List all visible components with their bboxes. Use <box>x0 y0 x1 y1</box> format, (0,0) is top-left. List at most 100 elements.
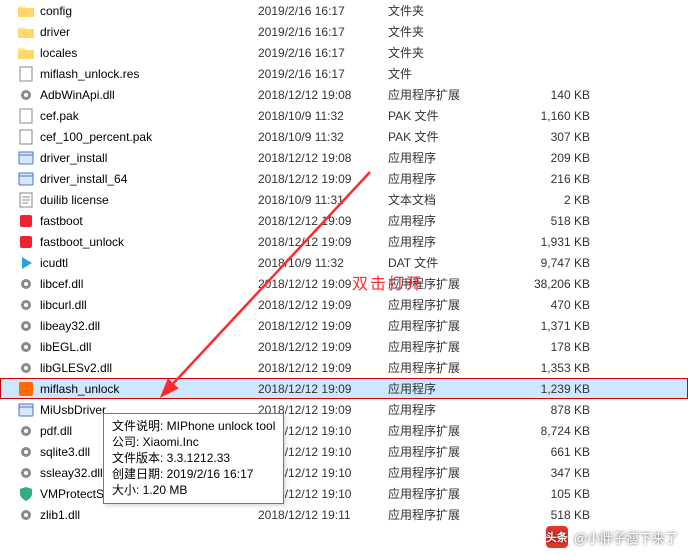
file-date: 2018/10/9 11:32 <box>258 130 388 144</box>
file-size: 307 KB <box>508 130 598 144</box>
file-name: config <box>40 4 72 18</box>
file-row[interactable]: icudtl2018/10/9 11:32DAT 文件9,747 KB <box>0 252 688 273</box>
folder-icon <box>18 3 34 19</box>
file-icon <box>18 108 34 124</box>
file-type: 应用程序 <box>388 149 508 166</box>
file-row[interactable]: fastboot2018/12/12 19:09应用程序518 KB <box>0 210 688 231</box>
dll-icon <box>18 507 34 523</box>
file-row[interactable]: AdbWinApi.dll2018/12/12 19:08应用程序扩展140 K… <box>0 84 688 105</box>
dll-icon <box>18 465 34 481</box>
file-type: 应用程序 <box>388 170 508 187</box>
file-row[interactable]: driver_install_64 2018/12/12 19:09应用程序216… <box>0 168 688 189</box>
file-size: 518 KB <box>508 508 598 522</box>
file-row[interactable]: duilib license2018/10/9 11:31文本文档2 KB <box>0 189 688 210</box>
file-name: cef.pak <box>40 109 79 123</box>
watermark: 头条 @小胖子瘦下来了 <box>546 526 678 548</box>
file-type: DAT 文件 <box>388 254 508 271</box>
file-size: 216 KB <box>508 172 598 186</box>
file-row[interactable]: driver_install2018/12/12 19:08应用程序209 KB <box>0 147 688 168</box>
file-date: 2018/12/12 19:09 <box>258 382 388 396</box>
file-name: driver_install_64 <box>40 172 127 186</box>
file-name: miflash_unlock <box>40 382 119 396</box>
file-date: 2019/2/16 16:17 <box>258 25 388 39</box>
file-name: ssleay32.dll <box>40 466 103 480</box>
file-name: driver_install <box>40 151 107 165</box>
file-type: 文件夹 <box>388 44 508 61</box>
file-row[interactable]: zlib1.dll2018/12/12 19:11应用程序扩展518 KB <box>0 504 688 525</box>
file-date: 2018/10/9 11:32 <box>258 109 388 123</box>
file-name: duilib license <box>40 193 109 207</box>
file-name: MiUsbDriver <box>40 403 106 417</box>
file-row[interactable]: cef.pak2018/10/9 11:32PAK 文件1,160 KB <box>0 105 688 126</box>
file-date: 2019/2/16 16:17 <box>258 46 388 60</box>
file-row[interactable]: libEGL.dll2018/12/12 19:09应用程序扩展178 KB <box>0 336 688 357</box>
file-icon <box>18 129 34 145</box>
file-type: 应用程序扩展 <box>388 317 508 334</box>
shield-icon <box>18 486 34 502</box>
file-date: 2018/12/12 19:09 <box>258 340 388 354</box>
file-date: 2018/10/9 11:31 <box>258 193 388 207</box>
file-type: 文件夹 <box>388 23 508 40</box>
file-name: pdf.dll <box>40 424 72 438</box>
file-row[interactable]: fastboot_unlock2018/12/12 19:09应用程序1,931… <box>0 231 688 252</box>
file-name: libeay32.dll <box>40 319 100 333</box>
file-row[interactable]: cef_100_percent.pak2018/10/9 11:32PAK 文件… <box>0 126 688 147</box>
dll-icon <box>18 318 34 334</box>
file-size: 209 KB <box>508 151 598 165</box>
app-icon <box>18 171 34 187</box>
file-date: 2018/10/9 11:32 <box>258 256 388 270</box>
file-size: 105 KB <box>508 487 598 501</box>
dll-icon <box>18 339 34 355</box>
tooltip-line: 公司: Xiaomi.Inc <box>112 434 275 450</box>
dll-icon <box>18 276 34 292</box>
file-date: 2018/12/12 19:09 <box>258 235 388 249</box>
file-row[interactable]: locales 2019/2/16 16:17文件夹 <box>0 42 688 63</box>
file-date: 2018/12/12 19:09 <box>258 214 388 228</box>
file-type: 应用程序 <box>388 401 508 418</box>
file-type: 应用程序扩展 <box>388 359 508 376</box>
file-size: 878 KB <box>508 403 598 417</box>
file-type: 应用程序扩展 <box>388 296 508 313</box>
dll-icon <box>18 297 34 313</box>
file-tooltip: 文件说明: MIPhone unlock tool 公司: Xiaomi.Inc… <box>103 413 284 504</box>
file-row[interactable]: libeay32.dll2018/12/12 19:09应用程序扩展1,371 … <box>0 315 688 336</box>
file-type: 应用程序 <box>388 233 508 250</box>
file-type: 应用程序 <box>388 380 508 397</box>
file-row[interactable]: miflash_unlock2018/12/12 19:09应用程序1,239 … <box>0 378 688 399</box>
tooltip-line: 文件说明: MIPhone unlock tool <box>112 418 275 434</box>
file-type: 文件 <box>388 65 508 82</box>
tooltip-line: 大小: 1.20 MB <box>112 482 275 498</box>
file-name: locales <box>40 46 77 60</box>
file-row[interactable]: driver2019/2/16 16:17文件夹 <box>0 21 688 42</box>
tooltip-line: 文件版本: 3.3.1212.33 <box>112 450 275 466</box>
file-size: 661 KB <box>508 445 598 459</box>
file-row[interactable]: libcef.dll2018/12/12 19:09应用程序扩展38,206 K… <box>0 273 688 294</box>
dll-icon <box>18 423 34 439</box>
file-size: 2 KB <box>508 193 598 207</box>
file-row[interactable]: miflash_unlock.res2019/2/16 16:17文件 <box>0 63 688 84</box>
file-date: 2018/12/12 19:09 <box>258 298 388 312</box>
file-size: 9,747 KB <box>508 256 598 270</box>
file-date: 2019/2/16 16:17 <box>258 4 388 18</box>
file-size: 8,724 KB <box>508 424 598 438</box>
file-row[interactable]: config 2019/2/16 16:17文件夹 <box>0 0 688 21</box>
file-size: 518 KB <box>508 214 598 228</box>
mi-icon <box>18 381 34 397</box>
file-row[interactable]: libGLESv2.dll2018/12/12 19:09应用程序扩展1,353… <box>0 357 688 378</box>
file-row[interactable]: libcurl.dll2018/12/12 19:09应用程序扩展470 KB <box>0 294 688 315</box>
file-date: 2018/12/12 19:09 <box>258 172 388 186</box>
file-name: sqlite3.dll <box>40 445 90 459</box>
file-name: libcurl.dll <box>40 298 87 312</box>
file-icon <box>18 66 34 82</box>
file-size: 1,160 KB <box>508 109 598 123</box>
file-size: 178 KB <box>508 340 598 354</box>
file-type: 文件夹 <box>388 2 508 19</box>
file-type: 应用程序 <box>388 212 508 229</box>
file-name: libGLESv2.dll <box>40 361 112 375</box>
file-name: miflash_unlock.res <box>40 67 139 81</box>
file-type: PAK 文件 <box>388 128 508 145</box>
file-name: libEGL.dll <box>40 340 91 354</box>
file-size: 347 KB <box>508 466 598 480</box>
file-type: 应用程序扩展 <box>388 86 508 103</box>
file-date: 2018/12/12 19:08 <box>258 88 388 102</box>
